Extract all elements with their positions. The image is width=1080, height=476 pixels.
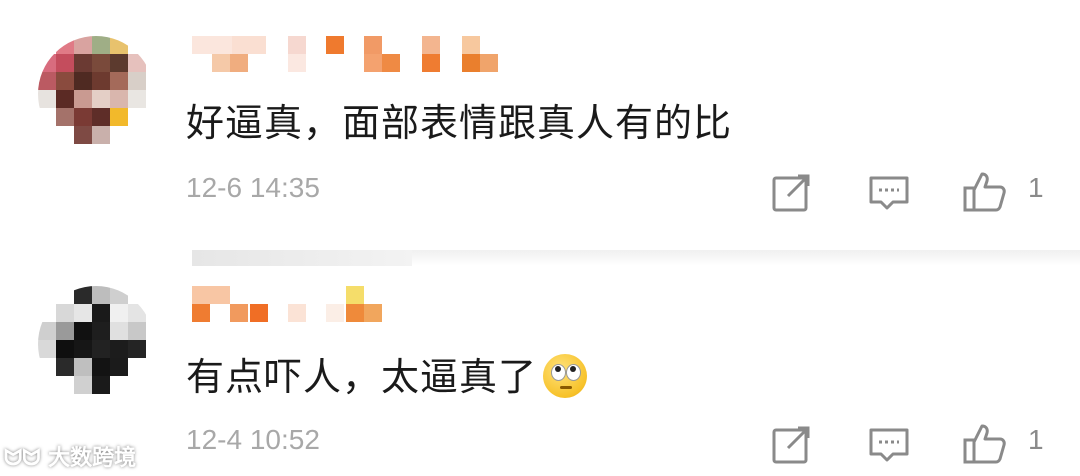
comment-timestamp: 12-6 14:35 bbox=[186, 172, 320, 203]
comment-button[interactable] bbox=[867, 422, 911, 466]
eye-roll-emoji bbox=[543, 354, 588, 398]
share-icon bbox=[772, 174, 810, 212]
comment-timestamp: 12-4 10:52 bbox=[186, 424, 320, 455]
comment-item: 有点吓人，太逼真了 12-4 10:52 1 bbox=[0, 250, 1080, 476]
thumbs-up-icon bbox=[963, 424, 1006, 464]
username[interactable] bbox=[192, 36, 512, 80]
comment-icon bbox=[869, 428, 909, 462]
comment-button[interactable] bbox=[867, 170, 911, 214]
watermark-logo: ᗢᗢ 大数跨境 bbox=[4, 446, 137, 471]
like-button[interactable] bbox=[962, 170, 1006, 214]
comment-icon bbox=[869, 176, 909, 210]
comment-text: 有点吓人，太逼真了 bbox=[186, 346, 588, 401]
avatar[interactable] bbox=[38, 286, 154, 402]
share-button[interactable] bbox=[770, 170, 814, 214]
like-count: 1 bbox=[1028, 172, 1044, 203]
like-count: 1 bbox=[1028, 424, 1044, 455]
username[interactable] bbox=[192, 286, 512, 330]
thumbs-up-icon bbox=[963, 172, 1006, 212]
avatar[interactable] bbox=[38, 36, 154, 152]
share-button[interactable] bbox=[770, 422, 814, 466]
comment-item: 好逼真，面部表情跟真人有的比 12-6 14:35 1 bbox=[0, 0, 1080, 246]
share-icon bbox=[772, 426, 810, 464]
comment-text-content: 有点吓人，太逼真了 bbox=[186, 355, 538, 399]
like-button[interactable] bbox=[962, 422, 1006, 466]
comment-text: 好逼真，面部表情跟真人有的比 bbox=[186, 101, 733, 145]
